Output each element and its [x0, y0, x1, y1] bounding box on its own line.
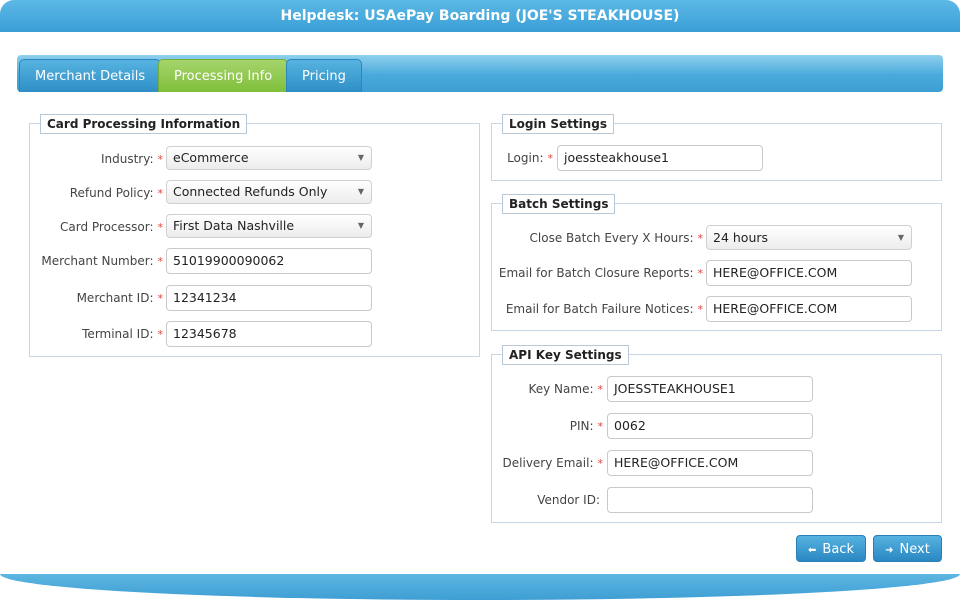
close-batch-row: Close Batch Every X Hours: * 24 hours ▼ — [492, 225, 943, 251]
industry-label: Industry: * — [100, 152, 164, 166]
boarding-window: Helpdesk: USAePay Boarding (JOE'S STEAKH… — [0, 0, 960, 601]
required-marker: * — [597, 383, 604, 396]
dropdown-arrow-icon: ▼ — [897, 233, 904, 242]
tab-pricing[interactable]: Pricing — [286, 59, 362, 92]
key-name-input[interactable]: JOESSTEAKHOUSE1 — [607, 376, 813, 402]
industry-select[interactable]: eCommerce ▼ — [166, 146, 372, 170]
login-input[interactable]: joessteakhouse1 — [557, 145, 763, 171]
window-title: Helpdesk: USAePay Boarding (JOE'S STEAKH… — [0, 0, 960, 32]
card-processor-label: Card Processor: * — [59, 220, 164, 234]
key-name-label: Key Name: * — [528, 382, 604, 396]
key-name-row: Key Name: * JOESSTEAKHOUSE1 — [492, 376, 943, 402]
arrow-left-icon: ⬅ — [808, 545, 817, 556]
card-processing-section: Card Processing Information Industry: * e… — [29, 114, 481, 357]
merchant-id-input[interactable]: 12341234 — [166, 285, 372, 311]
tab-processing-info[interactable]: Processing Info — [158, 59, 289, 92]
merchant-number-row: Merchant Number: * 51019900090062 — [30, 248, 481, 274]
required-marker: * — [697, 232, 704, 245]
batch-settings-section: Batch Settings Close Batch Every X Hours… — [491, 194, 943, 331]
required-marker: * — [547, 152, 554, 165]
terminal-id-label: Terminal ID: * — [82, 327, 164, 341]
login-settings-section: Login Settings Login: * joessteakhouse1 — [491, 114, 943, 181]
delivery-email-label: Delivery Email: * — [502, 456, 604, 470]
login-row: Login: * joessteakhouse1 — [492, 145, 943, 171]
failure-email-row: Email for Batch Failure Notices: * HERE@O… — [492, 296, 943, 322]
terminal-id-row: Terminal ID: * 12345678 — [30, 321, 481, 347]
pin-input[interactable]: 0062 — [607, 413, 813, 439]
login-settings-legend: Login Settings — [502, 114, 614, 134]
card-processor-select[interactable]: First Data Nashville ▼ — [166, 214, 372, 238]
required-marker: * — [697, 267, 704, 280]
closure-email-row: Email for Batch Closure Reports: * HERE@O… — [492, 260, 943, 286]
window-bottom-bar — [0, 574, 960, 601]
next-button[interactable]: ➜ Next — [873, 535, 942, 562]
card-processing-legend: Card Processing Information — [40, 114, 248, 134]
required-marker: * — [157, 221, 164, 234]
vendor-id-label: Vendor ID: — [537, 493, 600, 507]
merchant-number-input[interactable]: 51019900090062 — [166, 248, 372, 274]
tab-strip: Merchant Details Processing Info Pricing — [17, 55, 943, 92]
login-label: Login: * — [507, 151, 554, 165]
industry-row: Industry: * eCommerce ▼ — [30, 146, 481, 172]
vendor-id-input[interactable] — [607, 487, 813, 513]
pin-row: PIN: * 0062 — [492, 413, 943, 439]
api-key-settings-legend: API Key Settings — [502, 345, 629, 365]
required-marker: * — [157, 328, 164, 341]
content-area: Merchant Details Processing Info Pricing… — [0, 32, 960, 576]
required-marker: * — [157, 255, 164, 268]
merchant-number-label: Merchant Number: * — [41, 254, 164, 268]
failure-email-input[interactable]: HERE@OFFICE.COM — [706, 296, 912, 322]
required-marker: * — [157, 292, 164, 305]
tab-merchant-details[interactable]: Merchant Details — [19, 59, 162, 92]
pin-label: PIN: * — [569, 419, 604, 433]
back-button[interactable]: ⬅ Back — [796, 535, 866, 562]
bottom-wave — [0, 574, 960, 600]
api-key-settings-section: API Key Settings Key Name: * JOESSTEAKHOU… — [491, 345, 943, 523]
merchant-id-row: Merchant ID: * 12341234 — [30, 285, 481, 311]
closure-email-input[interactable]: HERE@OFFICE.COM — [706, 260, 912, 286]
failure-email-label: Email for Batch Failure Notices: * — [505, 302, 704, 316]
required-marker: * — [157, 187, 164, 200]
card-processor-row: Card Processor: * First Data Nashville ▼ — [30, 214, 481, 240]
refund-policy-label: Refund Policy: * — [69, 186, 164, 200]
refund-policy-select[interactable]: Connected Refunds Only ▼ — [166, 180, 372, 204]
required-marker: * — [697, 303, 704, 316]
merchant-id-label: Merchant ID: * — [76, 291, 164, 305]
refund-policy-row: Refund Policy: * Connected Refunds Only ▼ — [30, 180, 481, 206]
required-marker: * — [597, 457, 604, 470]
delivery-email-row: Delivery Email: * HERE@OFFICE.COM — [492, 450, 943, 476]
close-batch-select[interactable]: 24 hours ▼ — [706, 225, 912, 250]
arrow-right-icon: ➜ — [885, 545, 894, 556]
dropdown-arrow-icon: ▼ — [357, 187, 364, 196]
terminal-id-input[interactable]: 12345678 — [166, 321, 372, 347]
batch-settings-legend: Batch Settings — [502, 194, 616, 214]
dropdown-arrow-icon: ▼ — [357, 153, 364, 162]
closure-email-label: Email for Batch Closure Reports: * — [498, 266, 704, 280]
dropdown-arrow-icon: ▼ — [357, 221, 364, 230]
close-batch-label: Close Batch Every X Hours: * — [529, 231, 704, 245]
vendor-id-row: Vendor ID: — [492, 487, 943, 513]
required-marker: * — [597, 420, 604, 433]
required-marker: * — [157, 153, 164, 166]
delivery-email-input[interactable]: HERE@OFFICE.COM — [607, 450, 813, 476]
